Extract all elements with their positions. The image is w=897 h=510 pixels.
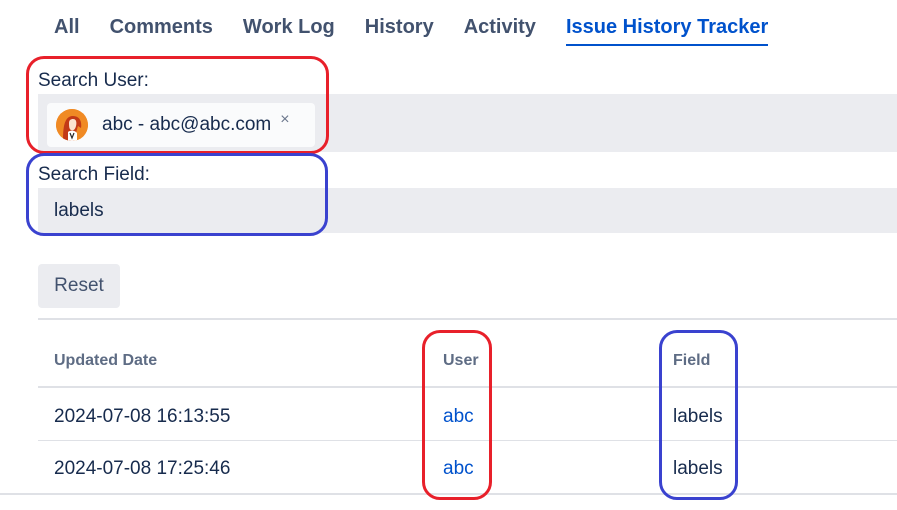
table-top-divider xyxy=(38,318,897,320)
row-updated-date: 2024-07-08 17:25:46 xyxy=(54,458,231,479)
tab-bar: All Comments Work Log History Activity I… xyxy=(54,14,798,46)
tab-activity[interactable]: Activity xyxy=(464,14,536,42)
annotation-user-column-highlight xyxy=(422,330,492,500)
row-updated-date: 2024-07-08 16:13:55 xyxy=(54,406,231,427)
column-header-updated-date: Updated Date xyxy=(54,352,158,369)
annotation-search-field-highlight xyxy=(26,153,328,236)
annotation-search-user-highlight xyxy=(26,56,329,154)
tab-work-log[interactable]: Work Log xyxy=(243,14,335,42)
annotation-field-column-highlight xyxy=(659,330,738,500)
tab-issue-history-tracker[interactable]: Issue History Tracker xyxy=(565,14,769,46)
tab-history[interactable]: History xyxy=(365,14,434,42)
reset-button[interactable]: Reset xyxy=(38,264,120,308)
tab-comments[interactable]: Comments xyxy=(110,14,213,42)
tab-all[interactable]: All xyxy=(54,14,80,42)
